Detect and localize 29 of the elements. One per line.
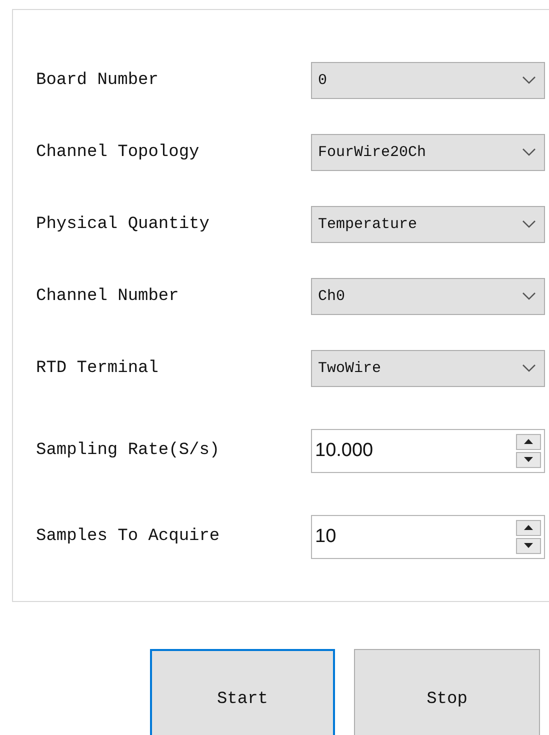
field-label: Channel Topology — [36, 142, 200, 162]
field-label: Samples To Acquire — [36, 527, 221, 546]
chevron-down-icon — [522, 364, 536, 372]
triangle-up-icon — [524, 525, 533, 530]
field-label: Sampling Rate(S/s) — [36, 441, 221, 460]
dropdown[interactable]: Ch0 — [311, 278, 545, 314]
increment-button[interactable] — [516, 520, 541, 536]
triangle-up-icon — [524, 439, 533, 444]
number-field[interactable]: 10.000 — [311, 428, 545, 472]
triangle-down-icon — [524, 457, 533, 462]
dropdown[interactable]: 0 — [311, 62, 545, 98]
dropdown[interactable]: TwoWire — [311, 350, 545, 386]
field-label: Board Number — [36, 70, 160, 90]
field-label: Channel Number — [36, 286, 180, 306]
chevron-down-icon — [522, 76, 536, 84]
start-button[interactable]: Start — [150, 649, 335, 735]
field-label: RTD Terminal — [36, 358, 160, 378]
chevron-down-icon — [522, 220, 536, 228]
number-field[interactable]: 10 — [311, 514, 545, 558]
chevron-down-icon — [522, 148, 536, 156]
stop-button[interactable]: Stop — [354, 649, 540, 735]
decrement-button[interactable] — [516, 452, 541, 468]
chevron-down-icon — [522, 292, 536, 300]
increment-button[interactable] — [516, 434, 541, 450]
dropdown[interactable]: Temperature — [311, 206, 545, 242]
dropdown[interactable]: FourWire20Ch — [311, 134, 545, 170]
field-label: Physical Quantity — [36, 214, 210, 234]
decrement-button[interactable] — [516, 538, 541, 554]
triangle-down-icon — [524, 543, 533, 548]
